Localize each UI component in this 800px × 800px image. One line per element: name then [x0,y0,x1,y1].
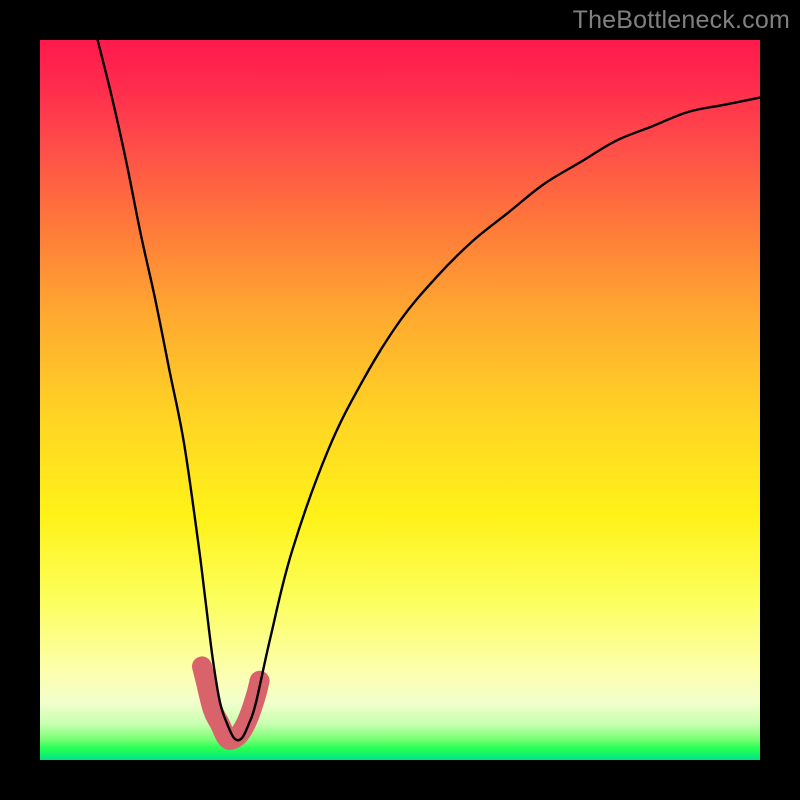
plot-area [40,40,760,760]
watermark-text: TheBottleneck.com [573,6,790,35]
main-curve [98,40,760,740]
highlight-band [202,666,260,739]
outer-frame: TheBottleneck.com [0,0,800,800]
curve-layer [40,40,760,760]
